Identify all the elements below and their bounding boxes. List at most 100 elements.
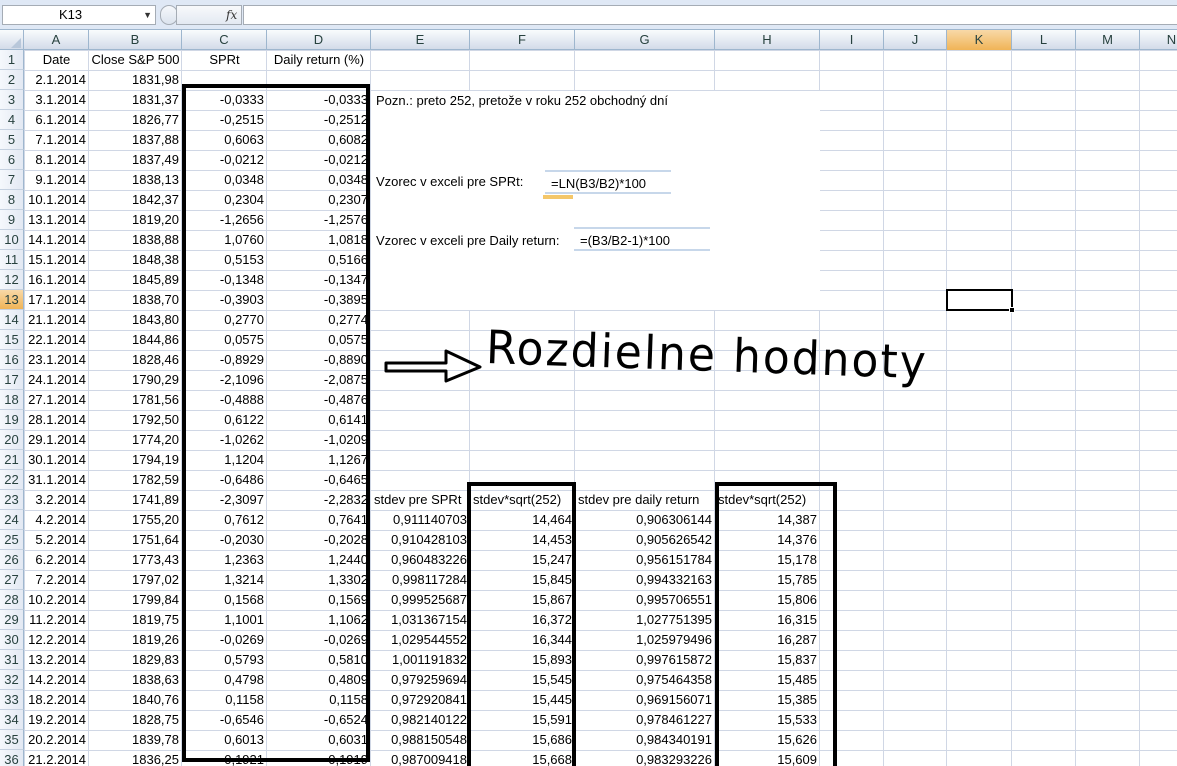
daily-formula-box[interactable]: =(B3/B2-1)*100 bbox=[574, 227, 710, 251]
cell-date[interactable]: 18.2.2014 bbox=[24, 690, 89, 710]
row-header-18[interactable]: 18 bbox=[0, 390, 24, 410]
cell-date[interactable]: 24.1.2014 bbox=[24, 370, 89, 390]
row-header-33[interactable]: 33 bbox=[0, 690, 24, 710]
column-header-c[interactable]: C bbox=[182, 30, 267, 50]
row-header-11[interactable]: 11 bbox=[0, 250, 24, 270]
cell-close[interactable]: 1828,46 bbox=[89, 350, 182, 370]
cell-close[interactable]: 1819,20 bbox=[89, 210, 182, 230]
chevron-down-icon[interactable]: ▼ bbox=[143, 6, 152, 24]
header-cell-a[interactable]: Date bbox=[24, 50, 89, 70]
cell-date[interactable]: 7.2.2014 bbox=[24, 570, 89, 590]
cell-date[interactable]: 9.1.2014 bbox=[24, 170, 89, 190]
row-header-1[interactable]: 1 bbox=[0, 50, 24, 70]
column-header-h[interactable]: H bbox=[715, 30, 820, 50]
stats-cell-g[interactable]: 0,956151784 bbox=[575, 550, 715, 570]
column-header-k[interactable]: K bbox=[947, 30, 1012, 50]
cell-date[interactable]: 6.1.2014 bbox=[24, 110, 89, 130]
cell-date[interactable]: 21.2.2014 bbox=[24, 750, 89, 766]
row-header-14[interactable]: 14 bbox=[0, 310, 24, 330]
stats-header-g[interactable]: stdev pre daily return bbox=[575, 490, 715, 510]
name-box[interactable]: K13 ▼ bbox=[2, 5, 156, 25]
row-header-13[interactable]: 13 bbox=[0, 290, 24, 310]
cell-close[interactable]: 1826,77 bbox=[89, 110, 182, 130]
cell-date[interactable]: 6.2.2014 bbox=[24, 550, 89, 570]
cell-close[interactable]: 1794,19 bbox=[89, 450, 182, 470]
row-header-7[interactable]: 7 bbox=[0, 170, 24, 190]
cell-date[interactable]: 14.1.2014 bbox=[24, 230, 89, 250]
cell-date[interactable]: 2.1.2014 bbox=[24, 70, 89, 90]
cell-date[interactable]: 10.2.2014 bbox=[24, 590, 89, 610]
row-header-6[interactable]: 6 bbox=[0, 150, 24, 170]
stats-cell-g[interactable]: 0,969156071 bbox=[575, 690, 715, 710]
cell-close[interactable]: 1839,78 bbox=[89, 730, 182, 750]
row-header-15[interactable]: 15 bbox=[0, 330, 24, 350]
stats-cell-e[interactable]: 1,029544552 bbox=[371, 630, 470, 650]
stats-cell-g[interactable]: 0,905626542 bbox=[575, 530, 715, 550]
row-header-30[interactable]: 30 bbox=[0, 630, 24, 650]
stats-cell-g[interactable]: 0,975464358 bbox=[575, 670, 715, 690]
cell-date[interactable]: 14.2.2014 bbox=[24, 670, 89, 690]
cell-close[interactable]: 1831,37 bbox=[89, 90, 182, 110]
row-header-31[interactable]: 31 bbox=[0, 650, 24, 670]
stats-cell-g[interactable]: 0,995706551 bbox=[575, 590, 715, 610]
stats-cell-e[interactable]: 0,988150548 bbox=[371, 730, 470, 750]
stats-cell-g[interactable]: 1,025979496 bbox=[575, 630, 715, 650]
cell-close[interactable]: 1838,13 bbox=[89, 170, 182, 190]
header-cell-b[interactable]: Close S&P 500 bbox=[89, 50, 182, 70]
stats-cell-g[interactable]: 1,027751395 bbox=[575, 610, 715, 630]
cell-date[interactable]: 19.2.2014 bbox=[24, 710, 89, 730]
cell-date[interactable]: 16.1.2014 bbox=[24, 270, 89, 290]
cell-close[interactable]: 1819,75 bbox=[89, 610, 182, 630]
active-cell-k13[interactable] bbox=[946, 289, 1015, 313]
cell-close[interactable]: 1790,29 bbox=[89, 370, 182, 390]
row-header-29[interactable]: 29 bbox=[0, 610, 24, 630]
row-header-3[interactable]: 3 bbox=[0, 90, 24, 110]
row-header-23[interactable]: 23 bbox=[0, 490, 24, 510]
column-header-n[interactable]: N bbox=[1140, 30, 1177, 50]
cell-close[interactable]: 1797,02 bbox=[89, 570, 182, 590]
cell-date[interactable]: 4.2.2014 bbox=[24, 510, 89, 530]
cell-close[interactable]: 1799,84 bbox=[89, 590, 182, 610]
row-header-22[interactable]: 22 bbox=[0, 470, 24, 490]
stats-cell-e[interactable]: 0,987009418 bbox=[371, 750, 470, 766]
stats-cell-e[interactable]: 0,910428103 bbox=[371, 530, 470, 550]
column-header-i[interactable]: I bbox=[820, 30, 884, 50]
sprt-formula-box[interactable]: =LN(B3/B2)*100 bbox=[545, 170, 671, 194]
stats-cell-g[interactable]: 0,984340191 bbox=[575, 730, 715, 750]
row-header-21[interactable]: 21 bbox=[0, 450, 24, 470]
cell-close[interactable]: 1842,37 bbox=[89, 190, 182, 210]
cell-close[interactable]: 1829,83 bbox=[89, 650, 182, 670]
cell-date[interactable]: 3.2.2014 bbox=[24, 490, 89, 510]
cell-date[interactable]: 10.1.2014 bbox=[24, 190, 89, 210]
cell-date[interactable]: 28.1.2014 bbox=[24, 410, 89, 430]
cell-date[interactable]: 21.1.2014 bbox=[24, 310, 89, 330]
row-header-25[interactable]: 25 bbox=[0, 530, 24, 550]
cell-close[interactable]: 1751,64 bbox=[89, 530, 182, 550]
cell-close[interactable]: 1838,63 bbox=[89, 670, 182, 690]
cell-close[interactable]: 1828,75 bbox=[89, 710, 182, 730]
select-all-button[interactable] bbox=[0, 30, 24, 50]
cell-close[interactable]: 1781,56 bbox=[89, 390, 182, 410]
column-header-g[interactable]: G bbox=[575, 30, 715, 50]
cell-close[interactable]: 1755,20 bbox=[89, 510, 182, 530]
row-header-28[interactable]: 28 bbox=[0, 590, 24, 610]
row-header-24[interactable]: 24 bbox=[0, 510, 24, 530]
fill-handle[interactable] bbox=[1009, 307, 1015, 313]
formula-input[interactable] bbox=[243, 5, 1177, 25]
cell-close[interactable]: 1773,43 bbox=[89, 550, 182, 570]
cell-date[interactable]: 5.2.2014 bbox=[24, 530, 89, 550]
cell-close[interactable]: 1848,38 bbox=[89, 250, 182, 270]
stats-cell-e[interactable]: 1,001191832 bbox=[371, 650, 470, 670]
column-header-l[interactable]: L bbox=[1012, 30, 1076, 50]
cell-close[interactable]: 1782,59 bbox=[89, 470, 182, 490]
column-header-b[interactable]: B bbox=[89, 30, 182, 50]
cell-date[interactable]: 31.1.2014 bbox=[24, 470, 89, 490]
cell-date[interactable]: 17.1.2014 bbox=[24, 290, 89, 310]
stats-cell-e[interactable]: 0,911140703 bbox=[371, 510, 470, 530]
column-header-m[interactable]: M bbox=[1076, 30, 1140, 50]
row-header-9[interactable]: 9 bbox=[0, 210, 24, 230]
row-header-26[interactable]: 26 bbox=[0, 550, 24, 570]
cell-close[interactable]: 1774,20 bbox=[89, 430, 182, 450]
row-header-10[interactable]: 10 bbox=[0, 230, 24, 250]
stats-cell-g[interactable]: 0,997615872 bbox=[575, 650, 715, 670]
